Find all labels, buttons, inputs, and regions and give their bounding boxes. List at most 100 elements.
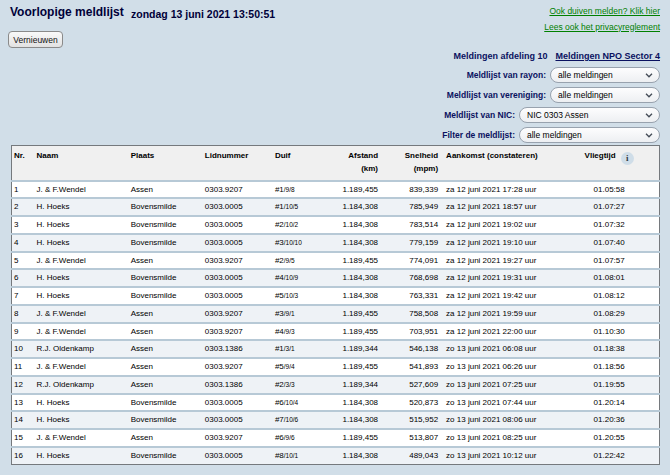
- cell-snelheid: 785,949: [380, 198, 440, 216]
- cell-snelheid: 774,091: [380, 252, 440, 270]
- nic-select[interactable]: NIC 0303 Assen: [519, 107, 660, 123]
- nav-sector-link[interactable]: Meldingen NPO Sector 4: [555, 51, 660, 61]
- cell-duif: #5/9/4: [273, 358, 329, 376]
- cell-naam: H. Hoeks: [35, 216, 129, 234]
- afstand-unit: (km): [331, 162, 378, 175]
- cell-nr: 2: [12, 198, 35, 216]
- table-row: 14H. HoeksBovensmilde0303.0005#7/10/61.1…: [12, 411, 660, 429]
- info-icon[interactable]: i: [621, 152, 634, 165]
- duif-sub: /9/8: [284, 186, 295, 193]
- cell-duif: #4/9/3: [273, 323, 329, 341]
- cell-afstand: 1.184,308: [329, 198, 380, 216]
- duif-sub: /9/1: [284, 310, 295, 317]
- cell-plaats: Assen: [129, 305, 203, 323]
- duif-main: #3: [275, 309, 284, 318]
- col-header-nr: Nr.: [12, 146, 35, 181]
- nav-afdeling-link[interactable]: Meldingen afdeling 10: [453, 51, 547, 61]
- col-header-naam: Naam: [35, 146, 129, 181]
- nic-select-value: NIC 0303 Assen: [527, 110, 588, 120]
- col-header-duif: Duif: [273, 146, 329, 181]
- cell-aankomst: za 12 juni 2021 19:42 uur: [440, 287, 559, 305]
- cell-duif: #2/3/3: [273, 376, 329, 394]
- cell-naam: R.J. Oldenkamp: [35, 340, 129, 358]
- cell-aankomst: za 12 juni 2021 19:27 uur: [440, 252, 559, 270]
- duif-sub: /10/9: [284, 274, 298, 281]
- cell-duif: #7/10/6: [273, 411, 329, 429]
- cell-afstand: 1.189,455: [329, 429, 380, 447]
- filter-select[interactable]: alle meldingen: [519, 127, 660, 143]
- cell-snelheid: 763,331: [380, 287, 440, 305]
- cell-vliegtijd: 01.18:56: [559, 358, 659, 376]
- cell-plaats: Assen: [129, 358, 203, 376]
- cell-snelheid: 768,698: [380, 269, 440, 287]
- col-header-lidnummer: Lidnummer: [203, 146, 273, 181]
- cell-afstand: 1.184,308: [329, 411, 380, 429]
- cell-plaats: Assen: [129, 323, 203, 341]
- cell-plaats: Assen: [129, 340, 203, 358]
- snelheid-label: Snelheid: [405, 151, 438, 160]
- cell-naam: J. & F.Wendel: [35, 429, 129, 447]
- cell-snelheid: 546,138: [380, 340, 440, 358]
- duif-sub: /10/6: [284, 416, 298, 423]
- cell-nr: 7: [12, 287, 35, 305]
- snelheid-unit: (mpm): [382, 162, 438, 175]
- duif-sub: /3/1: [284, 345, 295, 352]
- table-row: 7H. HoeksBovensmilde0303.0005#5/10/31.18…: [12, 287, 660, 305]
- cell-snelheid: 783,514: [380, 216, 440, 234]
- duif-sub: /10/10: [284, 239, 302, 246]
- chevron-down-icon: [645, 133, 653, 138]
- duif-sub: /10/1: [284, 452, 298, 459]
- cell-aankomst: zo 13 juni 2021 08:06 uur: [440, 411, 559, 429]
- cell-vliegtijd: 01.19:55: [559, 376, 659, 394]
- cell-vliegtijd: 01.07:32: [559, 216, 659, 234]
- cell-naam: H. Hoeks: [35, 287, 129, 305]
- cell-lidnummer: 0303.0005: [203, 394, 273, 412]
- cell-aankomst: zo 13 juni 2021 06:08 uur: [440, 340, 559, 358]
- cell-lidnummer: 0303.0005: [203, 198, 273, 216]
- cell-naam: H. Hoeks: [35, 394, 129, 412]
- cell-aankomst: za 12 juni 2021 17:28 uur: [440, 181, 559, 199]
- cell-lidnummer: 0303.0005: [203, 287, 273, 305]
- cell-vliegtijd: 01.07:57: [559, 252, 659, 270]
- cell-lidnummer: 0303.0005: [203, 411, 273, 429]
- cell-aankomst: zo 13 juni 2021 08:25 uur: [440, 429, 559, 447]
- duif-main: #4: [275, 273, 284, 282]
- cell-plaats: Bovensmilde: [129, 234, 203, 252]
- cell-afstand: 1.184,308: [329, 269, 380, 287]
- duif-main: #6: [275, 398, 284, 407]
- col-header-plaats: Plaats: [129, 146, 203, 181]
- afstand-label: Afstand: [348, 151, 378, 160]
- vereniging-select[interactable]: alle meldingen: [550, 87, 660, 103]
- cell-lidnummer: 0303.1386: [203, 340, 273, 358]
- cell-nr: 15: [12, 429, 35, 447]
- filter-label: Filter de meldlijst:: [442, 130, 515, 140]
- cell-lidnummer: 0303.0005: [203, 269, 273, 287]
- top-links: Ook duiven melden? Klik hier Lees ook he…: [544, 4, 660, 35]
- rayon-select[interactable]: alle meldingen: [550, 67, 660, 83]
- filter-row-nic: Meldlijst van NIC: NIC 0303 Assen: [442, 107, 660, 123]
- cell-vliegtijd: 01.07:27: [559, 198, 659, 216]
- cell-lidnummer: 0303.9207: [203, 323, 273, 341]
- cell-afstand: 1.189,344: [329, 340, 380, 358]
- cell-nr: 4: [12, 234, 35, 252]
- chevron-down-icon: [645, 93, 653, 98]
- cell-duif: #1/10/5: [273, 198, 329, 216]
- nav-line: Meldingen afdeling 10 Meldingen NPO Secto…: [453, 51, 660, 61]
- report-pigeons-link[interactable]: Ook duiven melden? Klik hier: [544, 4, 660, 20]
- cell-afstand: 1.184,308: [329, 234, 380, 252]
- cell-afstand: 1.189,344: [329, 376, 380, 394]
- vereniging-select-value: alle meldingen: [558, 90, 613, 100]
- filter-row-vereniging: Meldlijst van vereniging: alle meldingen: [442, 87, 660, 103]
- results-table: Nr. Naam Plaats Lidnummer Duif Afstand (k…: [11, 145, 660, 465]
- privacy-link[interactable]: Lees ook het privacyreglement: [544, 20, 660, 36]
- cell-nr: 16: [12, 447, 35, 464]
- cell-afstand: 1.189,455: [329, 181, 380, 199]
- cell-nr: 13: [12, 394, 35, 412]
- duif-main: #3: [275, 238, 284, 247]
- duif-main: #1: [275, 344, 284, 353]
- cell-naam: J. & F.Wendel: [35, 323, 129, 341]
- refresh-button[interactable]: Vernieuwen: [8, 31, 63, 48]
- cell-lidnummer: 0303.0005: [203, 447, 273, 464]
- page-title: Voorlopige meldlijst: [10, 5, 124, 19]
- chevron-down-icon: [645, 113, 653, 118]
